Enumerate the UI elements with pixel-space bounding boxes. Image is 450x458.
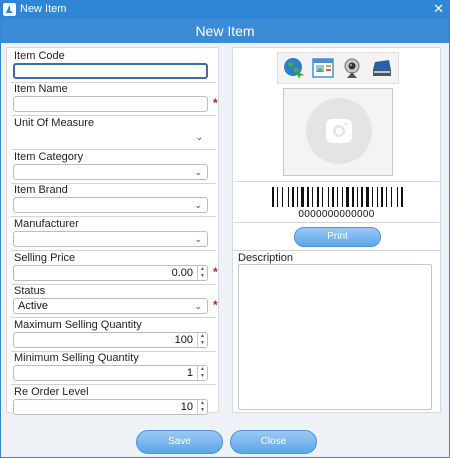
selling-price-label: Selling Price <box>14 252 76 264</box>
save-button[interactable]: Save <box>136 430 223 454</box>
item-code-input[interactable] <box>13 63 208 79</box>
description-label: Description <box>238 252 294 264</box>
item-brand-label: Item Brand <box>14 184 68 196</box>
divider <box>233 250 440 251</box>
dialog-body: New Item Item Code Item Name * Unit Of M… <box>0 19 450 458</box>
item-name-label: Item Name <box>14 83 68 95</box>
manufacturer-label: Manufacturer <box>14 218 79 230</box>
web-image-icon[interactable] <box>282 56 306 80</box>
manufacturer-select[interactable]: ⌄ <box>13 231 208 247</box>
spinner-arrows-icon[interactable]: ▲ ▼ <box>197 366 207 380</box>
chevron-down-icon: ⌄ <box>195 132 203 142</box>
window-close-icon[interactable]: ✕ <box>433 1 444 17</box>
close-button[interactable]: Close <box>230 430 317 454</box>
chevron-down-icon: ⌄ <box>194 301 202 311</box>
max-selling-qty-label: Maximum Selling Quantity <box>14 319 142 331</box>
required-mark: * <box>213 265 218 279</box>
window-title: New Item <box>20 3 67 15</box>
divider <box>11 384 216 385</box>
reorder-level-label: Re Order Level <box>14 386 89 398</box>
spinner-arrows-icon[interactable]: ▲ ▼ <box>197 400 207 414</box>
image-source-toolbar <box>277 52 399 84</box>
spinner-arrows-icon[interactable]: ▲ ▼ <box>197 266 207 280</box>
item-brand-select[interactable]: ⌄ <box>13 197 208 213</box>
required-mark: * <box>213 96 218 110</box>
divider <box>11 250 216 251</box>
divider <box>11 317 216 318</box>
barcode-number: 0000000000000 <box>298 209 375 220</box>
unit-of-measure-label: Unit Of Measure <box>14 117 95 129</box>
dialog-header: New Item <box>1 19 449 43</box>
gallery-image-icon[interactable] <box>311 56 335 80</box>
print-barcode-button[interactable]: Print <box>294 227 381 247</box>
window-titlebar: New Item ✕ <box>0 0 450 19</box>
item-code-label: Item Code <box>14 50 65 62</box>
reorder-level-input[interactable]: 10 ▲ ▼ <box>13 399 208 415</box>
required-mark: * <box>213 298 218 312</box>
min-selling-qty-input[interactable]: 1 ▲ ▼ <box>13 365 208 381</box>
scanner-icon[interactable] <box>370 56 394 80</box>
divider <box>11 149 216 150</box>
item-details-panel: Item Code Item Name * Unit Of Measure ⌄ … <box>6 47 219 415</box>
barcode-display: 0000000000000 <box>234 181 439 223</box>
divider <box>11 216 216 217</box>
item-category-label: Item Category <box>14 151 84 163</box>
camera-placeholder-icon <box>306 98 372 164</box>
description-textarea[interactable] <box>238 264 432 410</box>
item-media-panel: 0000000000000 Print Description <box>232 47 441 413</box>
spinner-arrows-icon[interactable]: ▲ ▼ <box>197 333 207 347</box>
item-photo-placeholder[interactable] <box>283 88 393 176</box>
max-selling-qty-input[interactable]: 100 ▲ ▼ <box>13 332 208 348</box>
status-select[interactable]: Active ⌄ <box>13 298 208 314</box>
item-category-select[interactable]: ⌄ <box>13 164 208 180</box>
app-icon <box>3 3 16 16</box>
status-label: Status <box>14 285 46 297</box>
chevron-down-icon: ⌄ <box>194 200 202 210</box>
unit-of-measure-select[interactable]: ⌄ <box>13 130 208 146</box>
chevron-down-icon: ⌄ <box>194 234 202 244</box>
min-selling-qty-label: Minimum Selling Quantity <box>14 352 139 364</box>
divider <box>11 115 216 116</box>
webcam-icon[interactable] <box>340 56 364 80</box>
chevron-down-icon: ⌄ <box>194 167 202 177</box>
item-name-input[interactable] <box>13 96 208 112</box>
selling-price-input[interactable]: 0.00 ▲ ▼ <box>13 265 208 281</box>
barcode-bars <box>272 187 403 207</box>
